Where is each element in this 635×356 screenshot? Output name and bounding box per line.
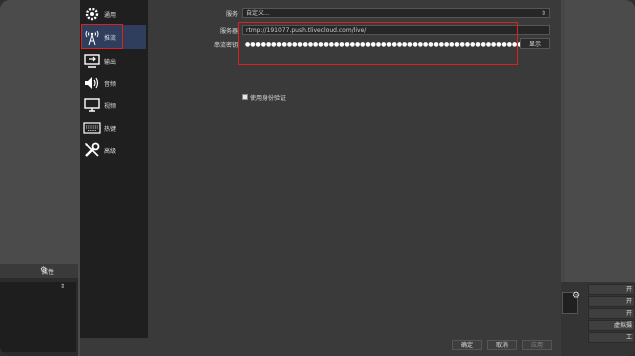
sidebar-item-advanced[interactable]: 高级 (82, 138, 146, 162)
sidebar-item-label: 音频 (104, 80, 117, 88)
scenes-list[interactable]: ⇕ (0, 282, 76, 352)
control-button[interactable]: 开 (588, 296, 635, 307)
sidebar-item-label: 输出 (104, 58, 117, 66)
sidebar-item-video[interactable]: 视频 (82, 93, 146, 117)
gear-icon (82, 4, 102, 24)
speaker-icon (82, 73, 102, 93)
sidebar-item-hotkeys[interactable]: 热键 (82, 116, 146, 140)
show-key-button[interactable]: 显示 (520, 38, 550, 49)
control-button[interactable]: 开 (588, 308, 635, 319)
controls-buttons: 开 开 开 虚拟摄 工 (588, 284, 635, 356)
control-button[interactable]: 工 (588, 332, 635, 343)
screen-frame: ⚙ 属性 ⇕ ⚙ 开 开 开 虚拟摄 工 通用 推流 输出 音频 视频 热键 高… (0, 0, 635, 356)
control-button[interactable]: 开 (588, 284, 635, 295)
sidebar-item-label: 通用 (104, 11, 117, 19)
properties-button[interactable]: 属性 (42, 267, 54, 276)
ok-button[interactable]: 确定 (452, 340, 482, 350)
chevron-updown-icon: ⇕ (540, 10, 546, 17)
server-label: 服务器 (219, 28, 238, 35)
output-icon (82, 51, 102, 71)
apply-button[interactable]: 应用 (522, 340, 552, 350)
sidebar-item-label: 热键 (104, 125, 117, 133)
scenes-toolbar: ⚙ 属性 (0, 264, 78, 278)
sidebar-item-label: 视频 (104, 102, 117, 110)
sidebar-item-audio[interactable]: 音频 (82, 71, 146, 95)
highlight-box (238, 22, 518, 65)
stream-key-label: 串流密钥 (213, 42, 238, 49)
keyboard-icon (82, 118, 102, 138)
auth-checkbox[interactable] (242, 94, 248, 100)
sidebar-item-label: 高级 (104, 147, 117, 155)
scroll-icon[interactable]: ⇕ (60, 283, 65, 290)
service-select[interactable]: 自定义... ⇕ (242, 8, 550, 18)
control-button[interactable]: 虚拟摄 (588, 320, 635, 331)
service-label: 服务 (225, 11, 238, 18)
sidebar-item-general[interactable]: 通用 (82, 2, 146, 26)
tools-icon (82, 140, 102, 160)
monitor-icon (82, 95, 102, 115)
gear-icon[interactable]: ⚙ (572, 291, 580, 301)
sidebar-item-output[interactable]: 输出 (82, 49, 146, 73)
cancel-button[interactable]: 取消 (487, 340, 517, 350)
service-value: 自定义... (246, 10, 270, 17)
auth-checkbox-label: 使用身份验证 (250, 95, 287, 102)
highlight-box (81, 24, 123, 49)
